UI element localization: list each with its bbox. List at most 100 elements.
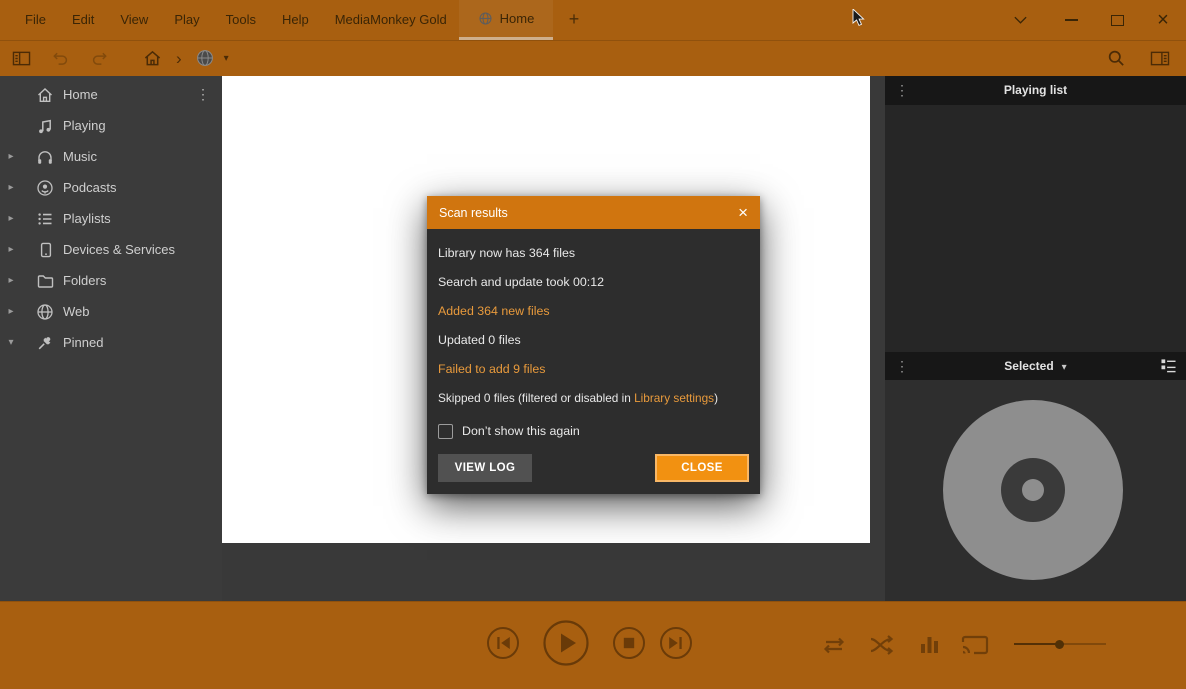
new-tab-button[interactable]: + bbox=[561, 0, 587, 40]
view-mode-icon[interactable] bbox=[1160, 358, 1177, 376]
titlebar: File Edit View Play Tools Help MediaMonk… bbox=[0, 0, 1186, 40]
disc-center-dot bbox=[1022, 479, 1044, 501]
tab-label: Home bbox=[500, 11, 535, 26]
volume-knob[interactable] bbox=[1055, 640, 1064, 649]
sidebar-item-playing[interactable]: Playing bbox=[0, 110, 222, 141]
close-button[interactable]: × bbox=[1140, 0, 1186, 40]
previous-track-button[interactable] bbox=[486, 626, 520, 665]
scan-line-added: Added 364 new files bbox=[438, 296, 749, 325]
skipped-prefix: Skipped 0 files (filtered or disabled in bbox=[438, 391, 634, 405]
dialog-close-button[interactable]: CLOSE bbox=[655, 454, 749, 482]
scan-results-dialog: Scan results × Library now has 364 files… bbox=[427, 196, 760, 494]
redo-icon[interactable] bbox=[90, 49, 109, 68]
home-breadcrumb-icon[interactable] bbox=[143, 49, 162, 67]
device-icon bbox=[36, 241, 54, 259]
expander-icon[interactable]: ▾ bbox=[0, 337, 22, 348]
menu-mediamonkey-gold[interactable]: MediaMonkey Gold bbox=[322, 0, 460, 40]
playing-list-header: ⋮ Playing list bbox=[885, 76, 1186, 105]
expander-icon[interactable]: ▸ bbox=[0, 182, 22, 193]
expander-icon[interactable]: ▸ bbox=[0, 151, 22, 162]
menu-view[interactable]: View bbox=[107, 0, 161, 40]
shuffle-icon[interactable] bbox=[863, 627, 899, 668]
web-globe-icon bbox=[36, 303, 54, 321]
item-options-icon[interactable]: ⋮ bbox=[196, 86, 210, 103]
selected-header: ⋮ Selected▾ bbox=[885, 352, 1186, 380]
navigation-sidebar: Home ⋮ Playing ▸ Music ▸ Podcasts bbox=[0, 76, 222, 601]
right-panel: ⋮ Playing list ⋮ Selected▾ bbox=[885, 76, 1186, 601]
expander-icon[interactable]: ▸ bbox=[0, 244, 22, 255]
next-track-button[interactable] bbox=[659, 626, 693, 665]
expander-icon[interactable]: ▸ bbox=[0, 306, 22, 317]
minimize-icon bbox=[1065, 19, 1078, 21]
library-settings-link[interactable]: Library settings bbox=[634, 391, 714, 405]
sidebar-item-playlists[interactable]: ▸ Playlists bbox=[0, 203, 222, 234]
equalizer-icon[interactable] bbox=[911, 627, 947, 668]
playing-list-empty-body[interactable] bbox=[885, 105, 1186, 352]
dialog-close-icon[interactable]: × bbox=[738, 204, 748, 221]
pin-icon bbox=[36, 334, 54, 352]
menu-play[interactable]: Play bbox=[161, 0, 212, 40]
sidebar-item-devices-services[interactable]: ▸ Devices & Services bbox=[0, 234, 222, 265]
sidebar-item-home[interactable]: Home ⋮ bbox=[0, 79, 222, 110]
headphones-icon bbox=[36, 148, 54, 166]
sidebar-item-music[interactable]: ▸ Music bbox=[0, 141, 222, 172]
toolbar-left: › ▾ bbox=[0, 49, 229, 68]
sidebar-item-pinned[interactable]: ▾ Pinned bbox=[0, 327, 222, 358]
playing-list-title: Playing list bbox=[885, 76, 1186, 105]
mouse-cursor bbox=[852, 9, 866, 29]
checkbox-unchecked-icon[interactable] bbox=[438, 424, 453, 439]
page-dropdown-icon[interactable]: ▾ bbox=[224, 53, 229, 64]
menu-tools[interactable]: Tools bbox=[213, 0, 269, 40]
home-icon bbox=[36, 86, 54, 104]
cast-icon[interactable] bbox=[957, 627, 993, 668]
view-log-button[interactable]: VIEW LOG bbox=[438, 454, 532, 482]
repeat-icon[interactable] bbox=[816, 627, 852, 668]
podcast-icon bbox=[36, 179, 54, 197]
sidebar-item-web[interactable]: ▸ Web bbox=[0, 296, 222, 327]
selected-title: Selected bbox=[1004, 359, 1053, 373]
sidebar-item-folders[interactable]: ▸ Folders bbox=[0, 265, 222, 296]
skipped-suffix: ) bbox=[714, 391, 718, 405]
maximize-button[interactable] bbox=[1094, 0, 1140, 40]
dont-show-again-row[interactable]: Don’t show this again bbox=[438, 414, 749, 448]
volume-slider[interactable] bbox=[1014, 643, 1106, 645]
selected-title-wrap[interactable]: Selected▾ bbox=[885, 352, 1186, 382]
menubar: File Edit View Play Tools Help MediaMonk… bbox=[0, 0, 460, 40]
expander-icon[interactable]: ▸ bbox=[0, 275, 22, 286]
chevron-down-icon bbox=[1013, 14, 1028, 26]
selected-preview-body bbox=[885, 380, 1186, 601]
menu-edit[interactable]: Edit bbox=[59, 0, 107, 40]
tab-list-dropdown-button[interactable] bbox=[1000, 0, 1040, 40]
sidebar-toggle-icon[interactable] bbox=[12, 50, 31, 67]
menu-file[interactable]: File bbox=[12, 0, 59, 40]
scan-line-duration: Search and update took 00:12 bbox=[438, 267, 749, 296]
stop-button[interactable] bbox=[612, 626, 646, 665]
window-controls: × bbox=[1000, 0, 1186, 40]
tab-home[interactable]: Home bbox=[459, 0, 553, 40]
globe-icon bbox=[478, 11, 493, 26]
minimize-button[interactable] bbox=[1048, 0, 1094, 40]
expander-icon[interactable]: ▸ bbox=[0, 213, 22, 224]
music-note-icon bbox=[36, 117, 54, 135]
view-options-icon[interactable] bbox=[1150, 50, 1170, 67]
dialog-title: Scan results bbox=[439, 206, 508, 220]
scan-line-skipped: Skipped 0 files (filtered or disabled in… bbox=[438, 383, 749, 412]
sidebar-item-podcasts[interactable]: ▸ Podcasts bbox=[0, 172, 222, 203]
player-bar bbox=[0, 601, 1186, 689]
undo-icon[interactable] bbox=[51, 49, 70, 68]
page-globe-icon[interactable] bbox=[196, 49, 214, 67]
scan-line-failed: Failed to add 9 files bbox=[438, 354, 749, 383]
album-art-disc-icon bbox=[943, 400, 1123, 580]
play-button[interactable] bbox=[542, 619, 590, 672]
dialog-body: Library now has 364 files Search and upd… bbox=[427, 229, 760, 494]
toolbar: › ▾ bbox=[0, 40, 1186, 76]
dialog-buttons: VIEW LOG CLOSE bbox=[438, 454, 749, 482]
scan-line-updated: Updated 0 files bbox=[438, 325, 749, 354]
volume-fill bbox=[1014, 643, 1059, 645]
breadcrumb-chevron-icon: › bbox=[176, 50, 182, 67]
search-icon[interactable] bbox=[1107, 49, 1126, 68]
toolbar-right bbox=[1107, 40, 1186, 76]
checkbox-label: Don’t show this again bbox=[462, 424, 580, 438]
menu-help[interactable]: Help bbox=[269, 0, 322, 40]
playlist-icon bbox=[36, 210, 54, 228]
